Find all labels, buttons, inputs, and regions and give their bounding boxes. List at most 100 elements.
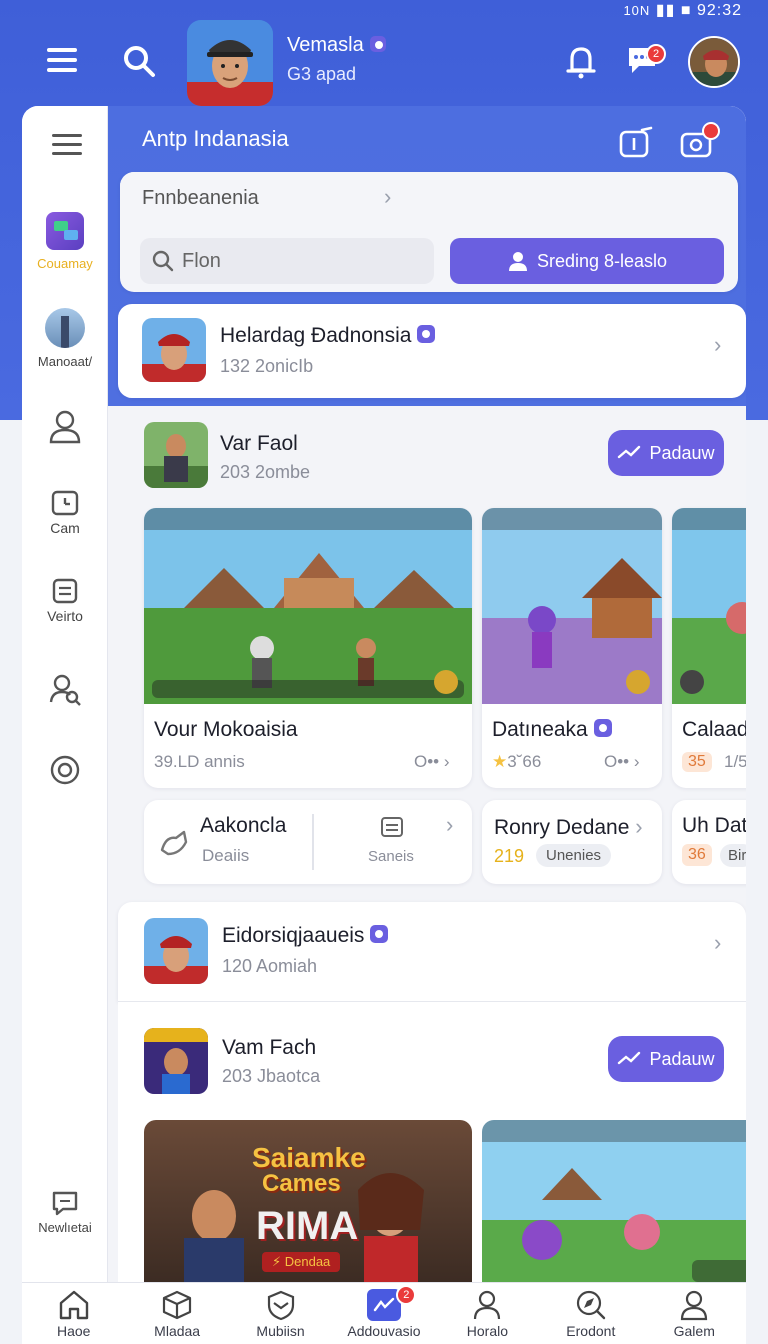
info-chip: Unenies xyxy=(536,844,612,867)
info-title: Uh Dat xyxy=(682,814,746,837)
settings-icon xyxy=(50,755,80,785)
user-icon xyxy=(508,252,527,271)
nav-item-erodont[interactable]: Erodont xyxy=(539,1283,642,1344)
game-count-chip: 35 xyxy=(682,752,712,772)
sidebar-item-user-search[interactable] xyxy=(22,672,108,706)
menu-icon[interactable] xyxy=(46,46,78,79)
sidebar-menu-icon[interactable] xyxy=(52,134,82,161)
nav-item-home[interactable]: Haoe xyxy=(22,1283,125,1344)
more-options[interactable]: O•• › xyxy=(414,752,450,772)
notification-bell-icon[interactable] xyxy=(566,44,596,85)
nav-label: Haoe xyxy=(56,1323,91,1339)
profile-avatar[interactable] xyxy=(187,20,273,106)
sidebar: Couamay Manoaat/ Cam Veirto Newlıetai xyxy=(22,106,108,1286)
info-card[interactable]: Aakoncla Deaiis Saneis › xyxy=(144,800,472,884)
nav-item-galem[interactable]: Galem xyxy=(643,1283,746,1344)
shield-icon xyxy=(267,1290,294,1321)
main-panel: Couamay Manoaat/ Cam Veirto Newlıetai An… xyxy=(22,106,746,1286)
user-name: Var Faol xyxy=(220,432,298,455)
info-count: 219 xyxy=(494,846,525,866)
sidebar-item-newletter[interactable]: Newlıetai xyxy=(22,1190,108,1235)
group-avatar xyxy=(142,318,206,382)
tab-label: Fnnbeanenia xyxy=(142,187,259,209)
follow-button[interactable]: Padauw xyxy=(608,430,724,476)
group-count: 132 2onicIb xyxy=(220,356,314,376)
message-icon xyxy=(52,1191,78,1216)
verified-icon xyxy=(369,35,386,52)
home-icon xyxy=(59,1290,88,1320)
game-card[interactable]: Datıneaka ★3˘66 O•• › xyxy=(482,508,662,788)
promo-ribbon: ⚡ Dendaa xyxy=(262,1252,341,1272)
account-avatar[interactable] xyxy=(688,36,740,88)
info-card[interactable]: Ronry Dedane › 219 Unenies xyxy=(482,800,662,884)
sidebar-item-veirto[interactable]: Veirto xyxy=(22,578,108,624)
info-title: Ronry Dedane › xyxy=(494,814,643,839)
document-icon xyxy=(52,578,78,604)
tab-dropdown[interactable]: Fnnbeanenia › xyxy=(120,172,416,224)
calendar-icon xyxy=(51,490,79,516)
chevron-right-icon: › xyxy=(714,930,722,955)
cube-icon xyxy=(163,1290,192,1320)
sidebar-item-label: Veirto xyxy=(47,608,83,624)
game-thumbnail xyxy=(672,508,746,704)
sidebar-item-settings[interactable] xyxy=(22,754,108,786)
nav-label: Mubiisn xyxy=(256,1323,305,1339)
header-user-name: Vemasla xyxy=(287,34,386,57)
group-row[interactable]: Eidorsiqjaaueis 120 Aomiah › xyxy=(118,902,746,1002)
promo-line3: RIMA xyxy=(256,1204,359,1248)
info-count: 36 xyxy=(682,844,712,866)
verified-icon xyxy=(593,719,612,738)
game-rating: ★3˘66 xyxy=(492,752,542,771)
search-icon[interactable] xyxy=(122,44,156,83)
group-avatar xyxy=(144,918,208,984)
sidebar-item-cam[interactable]: Cam xyxy=(22,488,108,536)
chat-badge: 2 xyxy=(646,44,666,64)
group-count: 120 Aomiah xyxy=(222,956,318,976)
sidebar-item-users[interactable] xyxy=(22,408,108,444)
list-icon xyxy=(381,817,403,837)
user-avatar[interactable] xyxy=(144,422,208,488)
sidebar-item-manoaat[interactable]: Manoaat/ xyxy=(22,308,108,369)
follow-button[interactable]: Padauw xyxy=(608,1036,724,1082)
users-icon xyxy=(49,410,81,444)
sidebar-item-label: Cam xyxy=(50,520,80,536)
chevron-right-icon: › xyxy=(714,332,722,357)
info-card[interactable]: Uh Dat 36 Bir xyxy=(672,800,746,884)
info-sub: Deaiis xyxy=(202,846,250,865)
sidebar-item-label: Couamay xyxy=(37,256,93,271)
game-title: Calaad xyxy=(682,718,746,741)
game-title: Datıneaka xyxy=(492,718,612,742)
search-input[interactable]: Flon xyxy=(140,238,434,284)
group-name: Helardag Đadnonsia xyxy=(220,324,436,348)
game-card[interactable]: Vour Mokoaisia 39.LD annis O•• › xyxy=(144,508,472,788)
battery-icon: ■ xyxy=(680,2,692,19)
nav-item-mladaa[interactable]: Mladaa xyxy=(125,1283,228,1344)
nav-item-mubiisn[interactable]: Mubiisn xyxy=(229,1283,332,1344)
game-card[interactable]: Calaad 35 1/5 xyxy=(672,508,746,788)
more-options[interactable]: 1/5 xyxy=(724,752,746,772)
nav-item-addouvasio[interactable]: 2 Addouvasio xyxy=(332,1283,435,1344)
header-user-subtitle: G3 apad xyxy=(287,64,357,84)
status-bar: 10N ▮▮ ■ 92:32 xyxy=(623,0,742,20)
promo-line2: Cames xyxy=(262,1170,341,1197)
gamepad-icon xyxy=(618,1051,641,1065)
nav-label: Addouvasio xyxy=(347,1323,421,1339)
chevron-right-icon: › xyxy=(633,752,640,771)
nav-item-horalo[interactable]: Horalo xyxy=(436,1283,539,1344)
compass-icon xyxy=(576,1290,606,1320)
nav-label: Erodont xyxy=(566,1323,616,1339)
nav-label: Galem xyxy=(673,1323,715,1339)
content-area: Antp Indanasia Fnnbeanenia › Flon Sredin… xyxy=(108,106,746,1286)
game-thumbnail[interactable] xyxy=(482,1120,746,1286)
edit-icon[interactable] xyxy=(618,126,654,165)
user-avatar[interactable] xyxy=(144,1028,208,1094)
info-side: Saneis xyxy=(368,848,414,865)
sidebar-item-games[interactable]: Couamay xyxy=(22,212,108,271)
primary-action-button[interactable]: Sreding 8-leaslo xyxy=(450,238,724,284)
promo-banner[interactable]: Saiamke Cames RIMA ⚡ Dendaa xyxy=(144,1120,472,1286)
nav-badge: 2 xyxy=(396,1285,417,1305)
game-thumbnail xyxy=(482,508,662,704)
nav-label: Horalo xyxy=(466,1323,509,1339)
more-options[interactable]: O•• › xyxy=(604,752,640,772)
group-row[interactable]: Helardag Đadnonsia 132 2onicIb › xyxy=(118,304,746,398)
